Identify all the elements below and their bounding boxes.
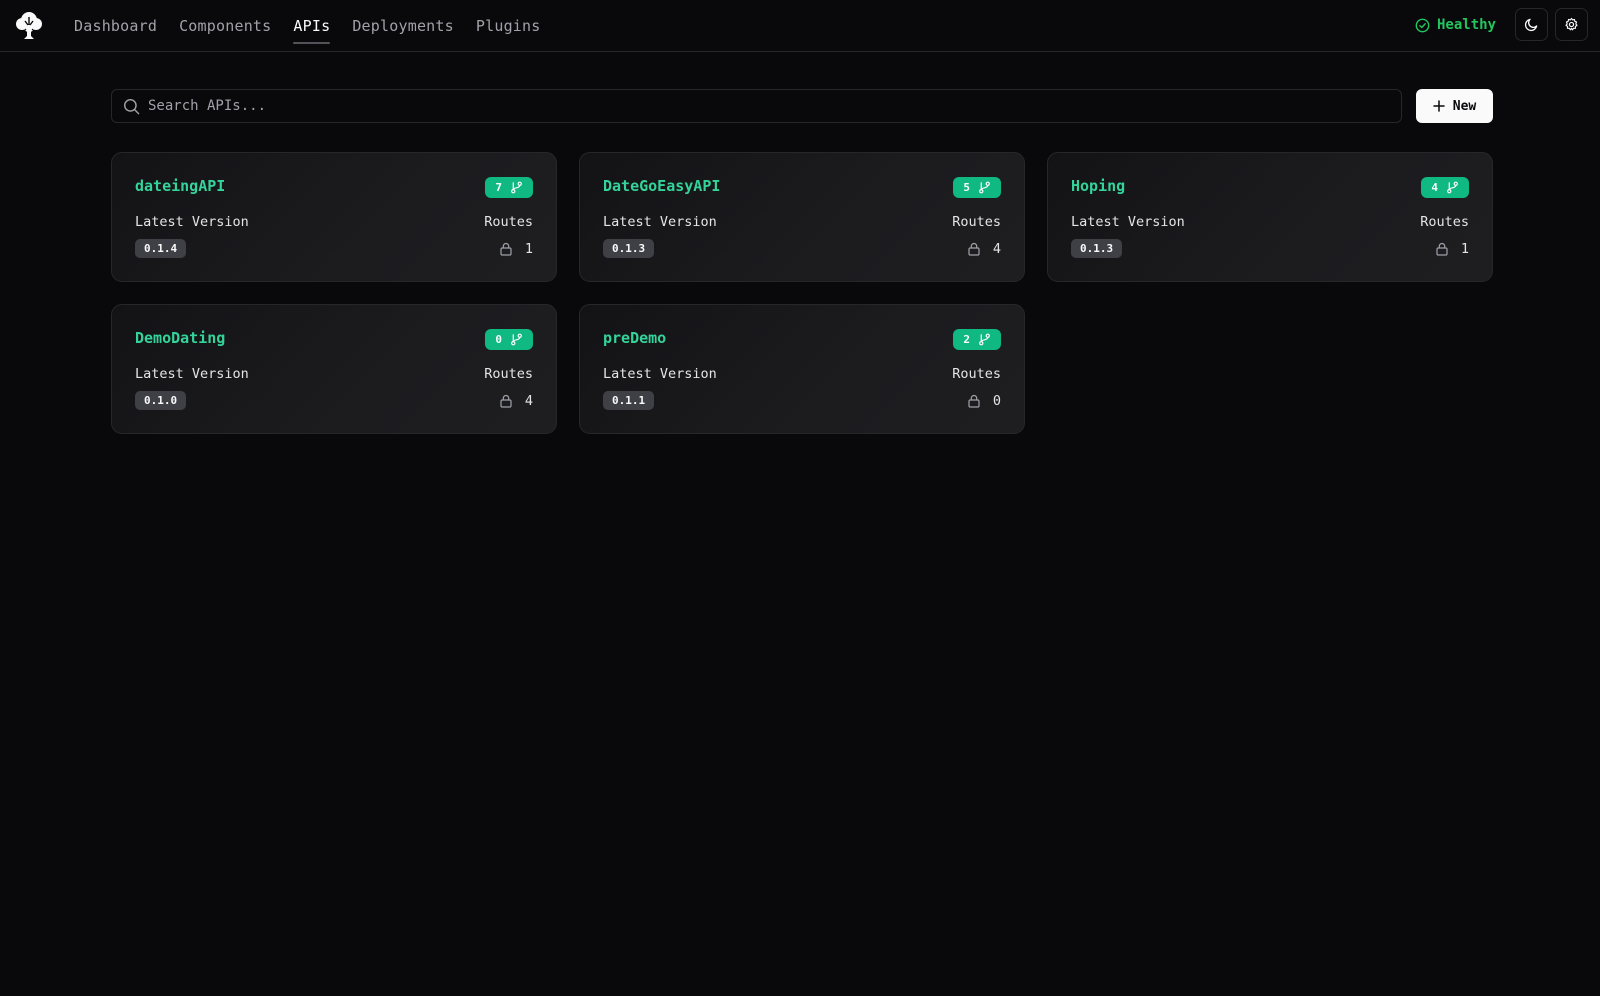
routes-count: 0 [967,391,1001,410]
nav-item-deployments[interactable]: Deployments [352,0,454,52]
lock-icon [1435,242,1449,256]
latest-version-label: Latest Version [603,214,717,230]
search-icon [123,98,140,115]
latest-version-label: Latest Version [135,214,249,230]
theme-toggle-button[interactable] [1515,8,1548,41]
latest-version-chip: 0.1.0 [135,391,187,410]
api-name[interactable]: dateingAPI [135,177,225,195]
latest-version-label: Latest Version [1071,214,1185,230]
api-card[interactable]: dateingAPI 7 Latest Version Routes 0.1.4… [111,152,557,282]
top-navbar: Dashboard Components APIs Deployments Pl… [0,0,1600,52]
latest-version-chip: 0.1.1 [603,391,655,410]
lock-icon [967,242,981,256]
api-card[interactable]: Hoping 4 Latest Version Routes 0.1.3 1 [1047,152,1493,282]
routes-count-value: 4 [524,392,533,409]
version-count: 7 [495,181,502,194]
routes-label: Routes [952,366,1001,382]
routes-count: 1 [1435,239,1469,258]
moon-icon [1524,17,1539,32]
main-nav: Dashboard Components APIs Deployments Pl… [74,0,563,52]
version-count-badge: 7 [485,177,533,198]
routes-label: Routes [1420,214,1469,230]
git-branch-icon [510,181,523,194]
lock-icon [499,394,513,408]
version-count-badge: 5 [953,177,1001,198]
git-branch-icon [978,181,991,194]
routes-count-value: 1 [1460,240,1469,257]
version-count: 4 [1431,181,1438,194]
api-card[interactable]: DemoDating 0 Latest Version Routes 0.1.0… [111,304,557,434]
check-circle-icon [1415,18,1430,33]
gear-icon [1564,17,1579,32]
search-input[interactable] [148,98,1348,114]
api-name[interactable]: preDemo [603,329,666,347]
nav-item-plugins[interactable]: Plugins [476,0,541,52]
api-card[interactable]: preDemo 2 Latest Version Routes 0.1.1 0 [579,304,1025,434]
routes-count-value: 1 [524,240,533,257]
version-count-badge: 4 [1421,177,1469,198]
version-count: 5 [963,181,970,194]
new-api-button[interactable]: New [1416,89,1493,123]
nav-item-apis[interactable]: APIs [293,0,331,52]
git-branch-icon [1446,181,1459,194]
settings-button[interactable] [1555,8,1588,41]
api-card[interactable]: DateGoEasyAPI 5 Latest Version Routes 0.… [579,152,1025,282]
version-count-badge: 0 [485,329,533,350]
new-button-label: New [1452,98,1477,114]
api-name[interactable]: Hoping [1071,177,1125,195]
version-count: 2 [963,333,970,346]
plus-icon [1433,100,1445,112]
search-bar [111,89,1402,123]
tree-logo-icon[interactable] [12,8,46,42]
latest-version-label: Latest Version [603,366,717,382]
latest-version-chip: 0.1.3 [1071,239,1123,258]
lock-icon [967,394,981,408]
routes-label: Routes [484,214,533,230]
api-name[interactable]: DemoDating [135,329,225,347]
latest-version-label: Latest Version [135,366,249,382]
routes-count-value: 0 [992,392,1001,409]
api-name[interactable]: DateGoEasyAPI [603,177,720,195]
routes-count: 1 [499,239,533,258]
routes-label: Routes [484,366,533,382]
latest-version-chip: 0.1.3 [603,239,655,258]
routes-count: 4 [499,391,533,410]
latest-version-chip: 0.1.4 [135,239,187,258]
git-branch-icon [978,333,991,346]
version-count: 0 [495,333,502,346]
health-status: Healthy [1415,14,1496,36]
nav-item-dashboard[interactable]: Dashboard [74,0,157,52]
nav-item-components[interactable]: Components [179,0,271,52]
routes-label: Routes [952,214,1001,230]
git-branch-icon [510,333,523,346]
routes-count: 4 [967,239,1001,258]
health-status-label: Healthy [1436,17,1496,33]
routes-count-value: 4 [992,240,1001,257]
lock-icon [499,242,513,256]
version-count-badge: 2 [953,329,1001,350]
